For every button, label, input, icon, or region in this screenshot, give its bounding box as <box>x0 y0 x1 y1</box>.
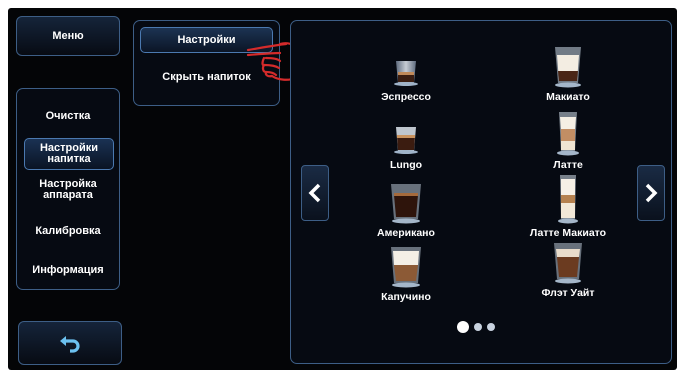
sidebar-item-drink-settings[interactable]: Настройки напитка <box>24 138 114 170</box>
sidebar-item-cleaning[interactable]: Очистка <box>17 111 119 122</box>
drink-lungo[interactable]: Lungo <box>351 117 461 171</box>
drink-latte[interactable]: Латте <box>513 109 623 171</box>
back-arrow-icon <box>60 336 80 353</box>
drink-label: Американо <box>377 227 435 239</box>
sidebar-item-label: Настройки напитка <box>39 142 99 165</box>
espresso-cup-icon <box>394 61 418 86</box>
sidebar-item-label: Настройка аппарата <box>39 178 97 201</box>
macchiato-glass-icon <box>555 47 581 88</box>
drink-label: Латте Макиато <box>529 227 607 239</box>
lungo-cup-icon <box>394 127 418 154</box>
pagination-dot[interactable] <box>474 323 482 331</box>
pagination-dot-active[interactable] <box>457 321 469 333</box>
sidebar-item-label: Очистка <box>45 110 91 122</box>
drink-americano[interactable]: Американо <box>351 179 461 239</box>
drink-label: Капучино <box>381 291 431 303</box>
sidebar: Очистка Настройки напитка Настройка аппа… <box>16 88 120 290</box>
drink-label: Эспрессо <box>381 91 431 103</box>
next-page-button[interactable] <box>637 165 665 221</box>
flat-white-glass-icon <box>554 243 582 284</box>
drink-label: Макиато <box>546 91 590 103</box>
sidebar-item-calibration[interactable]: Калибровка <box>17 226 119 237</box>
submenu-item-label: Скрыть напиток <box>162 71 251 83</box>
sidebar-item-label: Калибровка <box>35 225 101 237</box>
sidebar-item-information[interactable]: Информация <box>17 265 119 276</box>
cappuccino-glass-icon <box>391 247 421 288</box>
drink-grid-panel: Эспрессо Макиато Lungo Латте Американо Л… <box>290 20 672 364</box>
sidebar-item-label: Информация <box>32 264 104 276</box>
back-button[interactable] <box>18 321 122 365</box>
menu-button[interactable]: Меню <box>16 16 120 56</box>
menu-button-label: Меню <box>52 29 84 42</box>
drink-cappuccino[interactable]: Капучино <box>351 243 461 303</box>
chevron-left-icon <box>308 183 321 203</box>
drink-macchiato[interactable]: Макиато <box>513 43 623 103</box>
submenu-item-label: Настройки <box>177 34 236 46</box>
previous-page-button[interactable] <box>301 165 329 221</box>
latte-macchiato-glass-icon <box>558 175 578 224</box>
americano-glass-icon <box>391 184 421 224</box>
latte-glass-icon <box>557 112 579 156</box>
pagination-dot[interactable] <box>487 323 495 331</box>
drink-flat-white[interactable]: Флэт Уайт <box>513 239 623 299</box>
drink-label: Флэт Уайт <box>541 287 595 299</box>
drink-latte-macchiato[interactable]: Латте Макиато <box>513 173 623 239</box>
drink-label: Lungo <box>389 159 423 171</box>
drink-espresso[interactable]: Эспрессо <box>351 49 461 103</box>
chevron-right-icon <box>645 183 658 203</box>
sidebar-item-machine-settings[interactable]: Настройка аппарата <box>17 179 119 201</box>
drink-label: Латте <box>553 159 583 171</box>
pagination-dots <box>457 321 495 333</box>
